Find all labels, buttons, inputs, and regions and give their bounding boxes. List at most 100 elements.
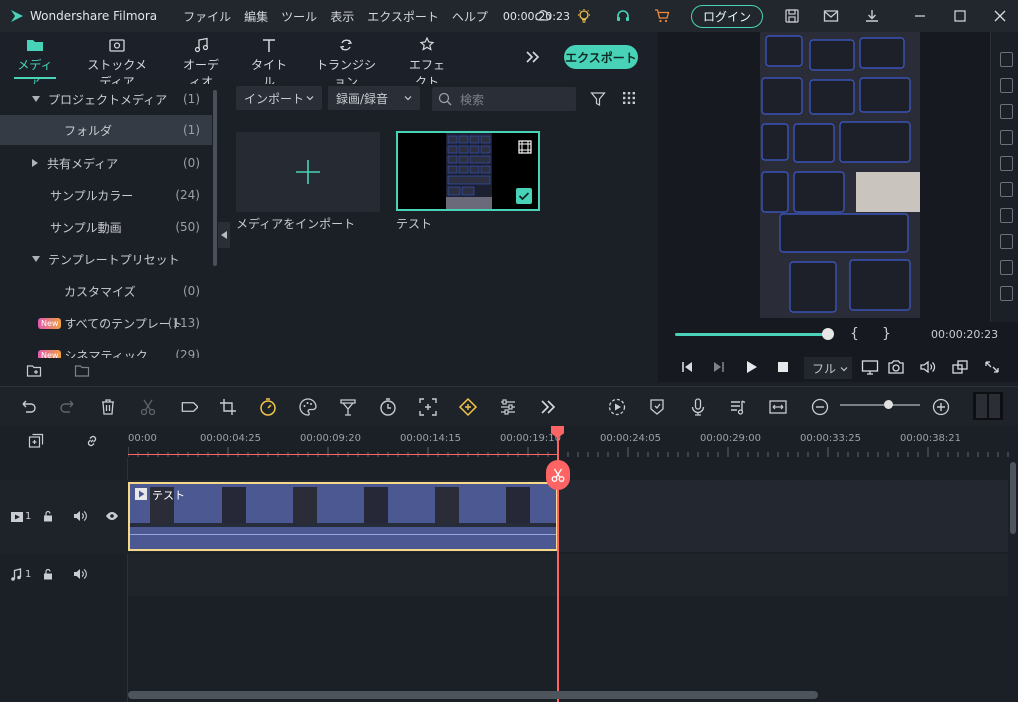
timeline-horizontal-scrollbar[interactable] bbox=[128, 691, 818, 699]
display-monitor-icon[interactable] bbox=[861, 359, 879, 375]
media-clip-thumbnail[interactable] bbox=[396, 131, 540, 211]
fullscreen-icon[interactable] bbox=[983, 359, 1001, 375]
play-icon[interactable] bbox=[744, 360, 758, 374]
library-item-folder[interactable]: フォルダ (1) bbox=[0, 115, 212, 145]
tab-audio[interactable]: オーディオ bbox=[178, 37, 224, 90]
preview-seek-bar[interactable] bbox=[675, 333, 830, 336]
strip-checkbox[interactable] bbox=[1000, 78, 1013, 93]
speaker-icon[interactable] bbox=[73, 568, 87, 580]
folder-outline-icon[interactable] bbox=[74, 363, 90, 379]
expand-arrow-icon[interactable] bbox=[32, 96, 40, 102]
menu-help[interactable]: ヘルプ bbox=[452, 8, 488, 25]
color-palette-icon[interactable] bbox=[298, 397, 318, 417]
filter-icon[interactable] bbox=[590, 91, 606, 107]
previous-frame-icon[interactable] bbox=[680, 360, 694, 374]
menu-view[interactable]: 表示 bbox=[330, 8, 354, 25]
audio-track-lane[interactable] bbox=[128, 554, 1008, 596]
library-item-sample-videos[interactable]: サンプル動画 (50) bbox=[0, 212, 212, 242]
timeline-video-clip[interactable]: テスト bbox=[128, 482, 558, 551]
strip-checkbox[interactable] bbox=[1000, 260, 1013, 275]
snapshot-camera-icon[interactable] bbox=[887, 359, 905, 375]
aspect-ratio-icon[interactable] bbox=[951, 359, 969, 375]
import-media-tile[interactable] bbox=[236, 132, 380, 212]
strip-checkbox[interactable] bbox=[1000, 182, 1013, 197]
library-item-template-presets[interactable]: テンプレートプリセット bbox=[0, 244, 212, 274]
audio-mixer-icon[interactable] bbox=[728, 397, 748, 417]
add-track-icon[interactable] bbox=[28, 433, 44, 449]
close-icon[interactable] bbox=[992, 8, 1008, 24]
more-tabs-chevron-icon[interactable] bbox=[524, 49, 542, 65]
tab-titles[interactable]: タイトル bbox=[250, 37, 288, 90]
tab-effects[interactable]: エフェクト bbox=[404, 37, 450, 90]
strip-checkbox[interactable] bbox=[1000, 130, 1013, 145]
tab-stock-media[interactable]: ストックメディア bbox=[82, 37, 152, 90]
strip-checkbox[interactable] bbox=[1000, 286, 1013, 301]
link-chain-icon[interactable] bbox=[84, 433, 100, 449]
fit-timeline-icon[interactable] bbox=[768, 397, 788, 417]
next-frame-icon[interactable] bbox=[712, 360, 726, 374]
crop-icon[interactable] bbox=[218, 397, 238, 417]
maximize-icon[interactable] bbox=[952, 8, 968, 24]
collapse-arrow-icon[interactable] bbox=[32, 159, 38, 167]
split-button[interactable] bbox=[546, 460, 570, 490]
more-tools-chevron-icon[interactable] bbox=[538, 397, 558, 417]
zoom-in-icon[interactable] bbox=[931, 397, 951, 417]
lightbulb-icon[interactable] bbox=[576, 8, 592, 24]
scrollbar-thumb[interactable] bbox=[1010, 462, 1016, 534]
tab-media[interactable]: メディア bbox=[14, 37, 56, 90]
timeline-vertical-scrollbar[interactable] bbox=[1008, 458, 1018, 702]
strip-checkbox[interactable] bbox=[1000, 52, 1013, 67]
delete-trash-icon[interactable] bbox=[98, 397, 118, 417]
export-button[interactable]: エクスポート bbox=[564, 45, 638, 69]
lock-icon[interactable] bbox=[42, 510, 54, 522]
cloud-icon[interactable] bbox=[535, 8, 551, 24]
duration-clock-icon[interactable] bbox=[378, 397, 398, 417]
expand-arrow-icon[interactable] bbox=[32, 256, 40, 262]
save-icon[interactable] bbox=[784, 8, 800, 24]
new-folder-icon[interactable] bbox=[26, 363, 42, 379]
library-item-customize[interactable]: カスタマイズ (0) bbox=[0, 276, 212, 306]
mark-out-button[interactable]: } bbox=[882, 326, 891, 342]
menu-file[interactable]: ファイル bbox=[183, 8, 231, 25]
green-screen-icon[interactable] bbox=[338, 397, 358, 417]
cart-icon[interactable] bbox=[654, 8, 670, 24]
import-dropdown[interactable]: インポート bbox=[236, 86, 322, 110]
volume-icon[interactable] bbox=[919, 359, 937, 375]
undo-icon[interactable] bbox=[18, 397, 38, 417]
grid-view-icon[interactable] bbox=[622, 91, 636, 105]
tag-label-icon[interactable] bbox=[178, 397, 198, 417]
minimize-icon[interactable] bbox=[912, 8, 928, 24]
preview-quality-dropdown[interactable]: フル bbox=[804, 357, 852, 379]
panel-collapse-tab[interactable] bbox=[218, 222, 230, 248]
adjust-sliders-icon[interactable] bbox=[498, 397, 518, 417]
support-headset-icon[interactable] bbox=[615, 8, 631, 24]
download-icon[interactable] bbox=[864, 8, 880, 24]
strip-checkbox[interactable] bbox=[1000, 104, 1013, 119]
render-preview-icon[interactable] bbox=[607, 397, 627, 417]
preview-seek-knob[interactable] bbox=[822, 328, 834, 340]
strip-checkbox[interactable] bbox=[1000, 156, 1013, 171]
timeline-zoom-knob[interactable] bbox=[884, 400, 893, 409]
library-item-shared-media[interactable]: 共有メディア (0) bbox=[0, 148, 212, 178]
microphone-icon[interactable] bbox=[688, 397, 708, 417]
speed-timer-icon[interactable] bbox=[258, 397, 278, 417]
record-dropdown[interactable]: 録画/録音 bbox=[328, 86, 420, 110]
library-item-sample-colors[interactable]: サンプルカラー (24) bbox=[0, 180, 212, 210]
marker-shield-icon[interactable] bbox=[647, 397, 667, 417]
strip-checkbox[interactable] bbox=[1000, 208, 1013, 223]
library-scrollbar[interactable] bbox=[213, 90, 217, 266]
checkbox-checked-icon[interactable] bbox=[516, 188, 532, 204]
media-search-input[interactable]: 検索 bbox=[432, 87, 576, 111]
strip-checkbox[interactable] bbox=[1000, 234, 1013, 249]
zoom-out-icon[interactable] bbox=[810, 397, 830, 417]
keyframe-diamond-icon[interactable] bbox=[458, 397, 478, 417]
menu-tools[interactable]: ツール bbox=[281, 8, 317, 25]
login-button[interactable]: ログイン bbox=[691, 5, 763, 28]
eye-visibility-icon[interactable] bbox=[105, 511, 119, 521]
library-item-cinematic[interactable]: New シネマティック (29) bbox=[0, 340, 212, 358]
library-item-project-media[interactable]: プロジェクトメディア (1) bbox=[0, 84, 212, 114]
auto-reframe-icon[interactable] bbox=[418, 397, 438, 417]
timeline-zoom-slider[interactable] bbox=[840, 404, 920, 406]
mail-icon[interactable] bbox=[823, 8, 839, 24]
tab-transitions[interactable]: トランジション bbox=[314, 37, 378, 90]
